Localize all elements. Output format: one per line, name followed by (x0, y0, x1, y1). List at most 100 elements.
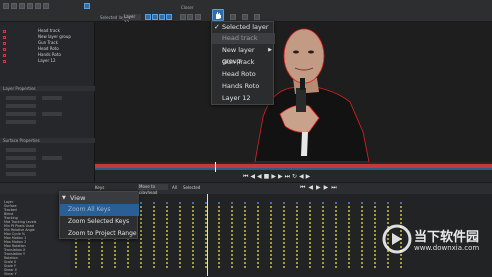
keyframe-dot[interactable] (75, 258, 77, 260)
keyframe-dot[interactable] (218, 226, 220, 228)
track-visibility-icon[interactable] (3, 41, 6, 45)
keyframe-dot[interactable] (140, 214, 142, 216)
keyframe-dot[interactable] (283, 230, 285, 232)
keyframe-dot[interactable] (374, 210, 376, 212)
keyframe-dot[interactable] (244, 222, 246, 224)
layer-dropdown[interactable]: Layer 12 (123, 14, 141, 25)
keyframe-dot[interactable] (257, 258, 259, 260)
keyframe-dot[interactable] (166, 246, 168, 248)
keyframe-dot[interactable] (309, 258, 311, 260)
keyframe-dot[interactable] (114, 254, 116, 256)
keyframe-dot[interactable] (374, 202, 376, 204)
keyframe-dot[interactable] (387, 210, 389, 212)
hand-cursor-icon[interactable] (212, 9, 224, 21)
menu-item-layer-12[interactable]: Layer 12 (212, 93, 275, 104)
keyframe-dot[interactable] (309, 246, 311, 248)
keyframe-dot[interactable] (387, 214, 389, 216)
menu-item-selected-layer[interactable]: ✓ Selected layer (212, 22, 275, 33)
eye-icon[interactable] (27, 3, 33, 9)
keyframe-dot[interactable] (231, 206, 233, 208)
keyframe-dot[interactable] (374, 230, 376, 232)
menu-item-hands-roto[interactable]: Hands Roto (212, 81, 275, 92)
keyframe-dot[interactable] (257, 238, 259, 240)
mesh-icon[interactable] (254, 14, 260, 20)
keyframe-dot[interactable] (166, 222, 168, 224)
keyframe-dot[interactable] (361, 226, 363, 228)
keyframe-dot[interactable] (244, 214, 246, 216)
surface-properties-header[interactable]: Surface Properties (0, 138, 95, 143)
keyframe-dot[interactable] (127, 242, 129, 244)
property-field[interactable] (6, 164, 36, 168)
keyframe-dot[interactable] (153, 258, 155, 260)
keyframe-dot[interactable] (322, 222, 324, 224)
keyframe-dot[interactable] (127, 254, 129, 256)
keyframe-dot[interactable] (257, 206, 259, 208)
keyframe-dot[interactable] (322, 258, 324, 260)
keyframe-dot[interactable] (309, 214, 311, 216)
keyframe-dot[interactable] (283, 242, 285, 244)
keyframe-dot[interactable] (374, 214, 376, 216)
keyframe-dot[interactable] (309, 262, 311, 264)
keyframe-dot[interactable] (335, 222, 337, 224)
track-row[interactable]: Layer 12 (0, 58, 95, 64)
keyframe-dot[interactable] (231, 250, 233, 252)
keyframe-dot[interactable] (218, 250, 220, 252)
keyframe-dot[interactable] (153, 202, 155, 204)
keyframe-dot[interactable] (270, 258, 272, 260)
menu-item-head-track[interactable]: Head track (212, 33, 275, 44)
keyframe-dot[interactable] (114, 266, 116, 268)
keyframe-dot[interactable] (270, 214, 272, 216)
first-key-icon[interactable]: ⏮ (300, 184, 305, 191)
keyframe-dot[interactable] (153, 218, 155, 220)
keyframe-dot[interactable] (322, 234, 324, 236)
keyframe-dot[interactable] (218, 230, 220, 232)
keyframe-dot[interactable] (296, 214, 298, 216)
keyframe-dot[interactable] (192, 222, 194, 224)
keyframe-dot[interactable] (257, 230, 259, 232)
next-frame-icon[interactable]: ▶ (324, 184, 329, 191)
all-toggle[interactable]: All (172, 185, 177, 190)
keyframe-dot[interactable] (322, 242, 324, 244)
keyframe-dot[interactable] (322, 206, 324, 208)
keyframe-dot[interactable] (361, 234, 363, 236)
keyframe-dot[interactable] (309, 206, 311, 208)
keyframe-dot[interactable] (192, 254, 194, 256)
track-forward-icon[interactable]: ▶ (306, 173, 311, 180)
keyframe-dot[interactable] (244, 250, 246, 252)
keyframe-dot[interactable] (179, 258, 181, 260)
keyframe-dot[interactable] (361, 218, 363, 220)
keyframe-dot[interactable] (140, 206, 142, 208)
keyframe-dot[interactable] (374, 254, 376, 256)
keyframe-dot[interactable] (296, 222, 298, 224)
keyframe-dot[interactable] (153, 206, 155, 208)
keyframe-dot[interactable] (140, 250, 142, 252)
keyframe-dot[interactable] (231, 226, 233, 228)
keyframe-dot[interactable] (348, 218, 350, 220)
keyframe-dot[interactable] (270, 234, 272, 236)
keyframe-dot[interactable] (348, 250, 350, 252)
keyframe-dot[interactable] (75, 242, 77, 244)
keyframe-dot[interactable] (309, 226, 311, 228)
folder-icon[interactable] (11, 3, 17, 9)
keyframe-dot[interactable] (296, 210, 298, 212)
keyframe-dot[interactable] (322, 254, 324, 256)
keyframe-dot[interactable] (335, 254, 337, 256)
keyframe-dot[interactable] (179, 206, 181, 208)
keyframe-dot[interactable] (283, 234, 285, 236)
keyframe-dot[interactable] (309, 238, 311, 240)
keyframe-dot[interactable] (166, 266, 168, 268)
keyframe-dot[interactable] (218, 254, 220, 256)
keyframe-dot[interactable] (166, 262, 168, 264)
keyframe-dot[interactable] (166, 210, 168, 212)
keyframe-dot[interactable] (374, 234, 376, 236)
keyframe-dot[interactable] (335, 242, 337, 244)
keyframe-dot[interactable] (296, 230, 298, 232)
keyframe-dot[interactable] (309, 202, 311, 204)
keyframe-dot[interactable] (140, 266, 142, 268)
keyframe-dot[interactable] (231, 202, 233, 204)
track-visibility-icon[interactable] (3, 35, 6, 39)
keyframe-dot[interactable] (348, 230, 350, 232)
keyframe-dot[interactable] (309, 266, 311, 268)
keyframe-dot[interactable] (361, 250, 363, 252)
keyframe-dot[interactable] (361, 246, 363, 248)
